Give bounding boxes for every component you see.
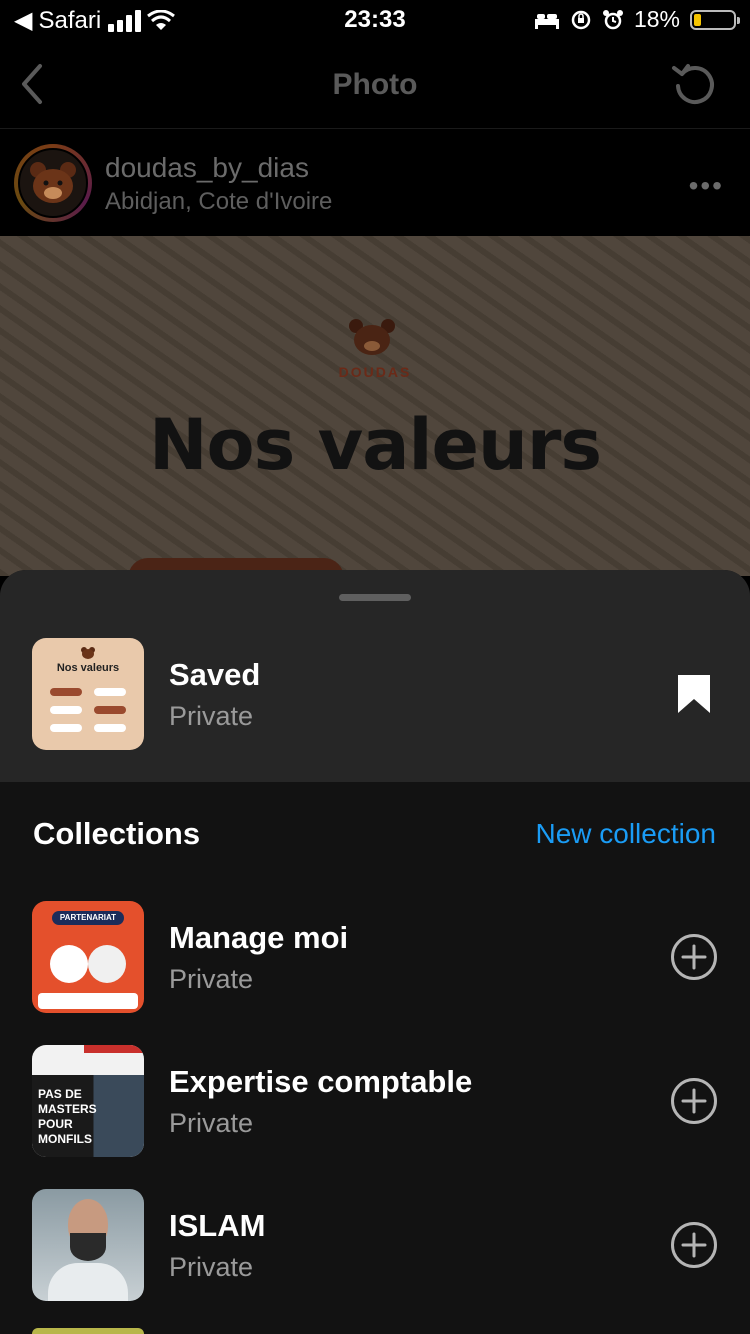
collection-name: ISLAM (169, 1208, 266, 1243)
post-location[interactable]: Abidjan, Cote d'Ivoire (105, 188, 332, 216)
next-collection-peek (32, 1328, 144, 1334)
image-brand: DOUDAS (338, 364, 412, 380)
more-icon[interactable]: ••• (689, 170, 724, 202)
bear-logo-icon (81, 647, 95, 659)
post-username[interactable]: doudas_by_dias (105, 152, 309, 184)
saved-thumb-title: Nos valeurs (56, 662, 120, 674)
thumb-pill (50, 706, 82, 714)
collection-privacy: Private (169, 1252, 254, 1282)
thumb-beard (70, 1233, 106, 1261)
add-circle-icon[interactable] (670, 1077, 718, 1125)
image-headline: Nos valeurs (148, 404, 602, 486)
thumb-pill (50, 688, 82, 696)
thumb-red-bar (84, 1045, 144, 1053)
thumb-pill (50, 724, 82, 732)
collection-privacy: Private (169, 1108, 254, 1138)
avatar[interactable] (14, 144, 92, 222)
avatar-image (18, 148, 88, 218)
saved-name: Saved (169, 657, 261, 692)
page-title: Photo (332, 68, 418, 101)
saved-row[interactable]: Nos valeurs Saved Private (0, 570, 750, 782)
bed-icon (534, 13, 559, 29)
status-bar: ◀ Safari 23:33 18% (0, 0, 750, 40)
sheet-handle[interactable] (339, 594, 411, 601)
add-circle-icon[interactable] (670, 1221, 718, 1269)
thumb-footer (38, 993, 138, 1009)
new-collection-button[interactable]: New collection (535, 818, 716, 850)
nav-bar: Photo (0, 40, 750, 129)
rotation-lock-icon (571, 10, 591, 29)
thumb-banner: PARTENARIAT (52, 911, 124, 925)
thumb-pill (94, 688, 126, 696)
save-to-collection-sheet: Nos valeurs Saved Private Collections Ne… (0, 570, 750, 1334)
thumb-circle (50, 945, 88, 983)
add-circle-icon[interactable] (670, 933, 718, 981)
collection-thumbnail: PARTENARIAT (32, 901, 144, 1013)
thumb-headline: PAS DE MASTERS POUR MONFILS (38, 1087, 97, 1146)
post-header: doudas_by_dias Abidjan, Cote d'Ivoire ••… (0, 130, 750, 236)
post-image[interactable]: DOUDAS Nos valeurs (0, 236, 750, 576)
thumb-circle (88, 945, 126, 983)
bookmark-filled-icon[interactable] (676, 673, 712, 715)
collection-thumbnail (32, 1189, 144, 1301)
saved-thumbnail: Nos valeurs (32, 638, 144, 750)
battery-icon (690, 9, 740, 30)
collections-heading: Collections (33, 816, 201, 851)
collection-name: Manage moi (169, 920, 349, 955)
refresh-icon[interactable] (670, 60, 720, 110)
thumb-robe (48, 1263, 128, 1301)
saved-privacy: Private (169, 701, 254, 731)
alarm-icon (602, 9, 623, 29)
collection-thumbnail: PAS DE MASTERS POUR MONFILS (32, 1045, 144, 1157)
battery-percent: 18% (633, 6, 680, 32)
bear-logo-icon (349, 319, 395, 355)
collection-privacy: Private (169, 964, 254, 994)
thumb-pill (94, 706, 126, 714)
battery-fill (694, 13, 701, 26)
bear-logo-icon (30, 162, 76, 203)
thumb-pill (94, 724, 126, 732)
collection-name: Expertise comptable (169, 1064, 473, 1099)
